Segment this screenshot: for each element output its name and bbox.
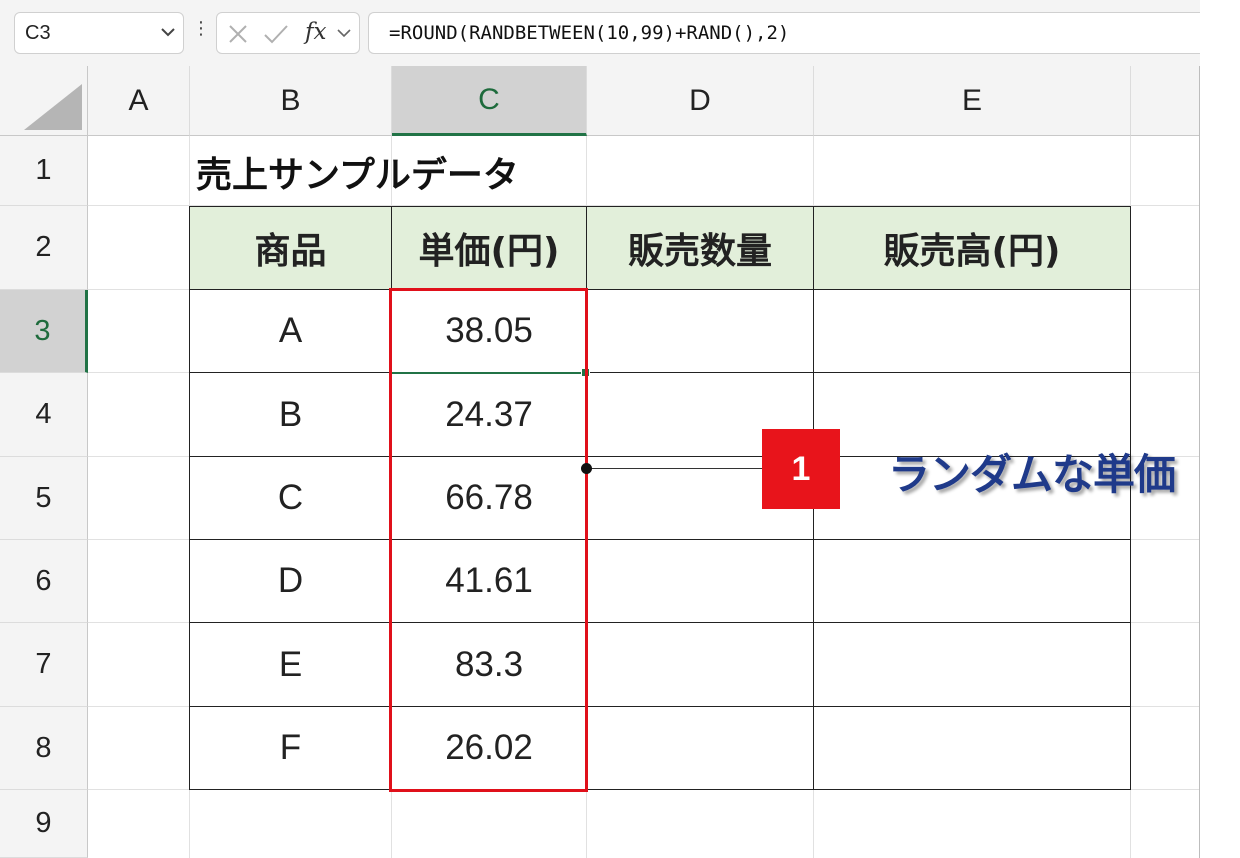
chevron-down-icon[interactable] <box>337 28 351 38</box>
fill-handle[interactable] <box>581 368 590 377</box>
header-cell-sales[interactable]: 販売高(円) <box>814 207 1131 290</box>
row-header-4[interactable]: 4 <box>0 373 88 457</box>
more-options-icon[interactable]: ⋮ <box>192 18 210 39</box>
active-cell-indicator <box>392 372 586 374</box>
insert-function-icon[interactable]: fx <box>305 19 326 45</box>
row-header-6[interactable]: 6 <box>0 540 88 623</box>
product-cell[interactable]: C <box>190 457 392 540</box>
sales-cell[interactable] <box>814 540 1131 623</box>
price-cell[interactable]: 26.02 <box>392 707 587 790</box>
row-header-2[interactable]: 2 <box>0 206 88 290</box>
price-cell[interactable]: 83.3 <box>392 623 587 707</box>
price-cell[interactable]: 66.78 <box>392 457 587 540</box>
column-header-d[interactable]: D <box>587 66 814 136</box>
sales-cell[interactable] <box>814 623 1131 707</box>
row-header-5[interactable]: 5 <box>0 457 88 540</box>
row-header-9[interactable]: 9 <box>0 790 88 858</box>
header-cell-price[interactable]: 単価(円) <box>392 207 587 290</box>
quantity-cell[interactable] <box>587 623 814 707</box>
column-header-c[interactable]: C <box>392 66 587 136</box>
chevron-down-icon[interactable] <box>161 27 175 37</box>
price-cell[interactable]: 38.05 <box>392 290 587 373</box>
select-all-triangle-icon <box>24 84 82 130</box>
quantity-cell[interactable] <box>587 707 814 790</box>
grid-edge <box>1199 66 1200 858</box>
sales-cell[interactable] <box>814 290 1131 373</box>
enter-check-icon[interactable] <box>263 23 289 45</box>
quantity-cell[interactable] <box>587 540 814 623</box>
callout-text: ランダムな単価 <box>888 450 1176 499</box>
select-all-corner[interactable] <box>0 66 88 136</box>
row-header-7[interactable]: 7 <box>0 623 88 707</box>
sheet-title: 売上サンプルデータ <box>196 155 519 196</box>
cancel-icon[interactable] <box>227 23 249 45</box>
product-cell[interactable]: B <box>190 373 392 457</box>
formula-text: =ROUND(RANDBETWEEN(10,99)+RAND(),2) <box>389 22 790 44</box>
product-cell[interactable]: E <box>190 623 392 707</box>
column-header-b[interactable]: B <box>190 66 392 136</box>
formula-buttons: fx <box>216 12 360 54</box>
column-header-a[interactable]: A <box>88 66 190 136</box>
price-cell[interactable]: 41.61 <box>392 540 587 623</box>
name-box-value: C3 <box>25 22 51 44</box>
gridline <box>88 205 1200 206</box>
callout-badge: 1 <box>762 429 840 509</box>
row-header-8[interactable]: 8 <box>0 707 88 790</box>
callout-line <box>586 468 764 469</box>
formula-input[interactable]: =ROUND(RANDBETWEEN(10,99)+RAND(),2) <box>368 12 1200 54</box>
header-cell-product[interactable]: 商品 <box>190 207 392 290</box>
quantity-cell[interactable] <box>587 290 814 373</box>
column-header-e[interactable]: E <box>814 66 1131 136</box>
header-cell-quantity[interactable]: 販売数量 <box>587 207 814 290</box>
column-header-f[interactable] <box>1131 66 1200 136</box>
sales-cell[interactable] <box>814 707 1131 790</box>
product-cell[interactable]: F <box>190 707 392 790</box>
row-header-1[interactable]: 1 <box>0 136 88 206</box>
row-header-3[interactable]: 3 <box>0 290 88 373</box>
formula-bar: C3 ⋮ fx =ROUND(RANDBETWEEN(10,99)+RAND()… <box>0 0 1200 67</box>
name-box[interactable]: C3 <box>14 12 184 54</box>
price-cell[interactable]: 24.37 <box>392 373 587 457</box>
product-cell[interactable]: A <box>190 290 392 373</box>
callout-dot <box>581 463 592 474</box>
product-cell[interactable]: D <box>190 540 392 623</box>
